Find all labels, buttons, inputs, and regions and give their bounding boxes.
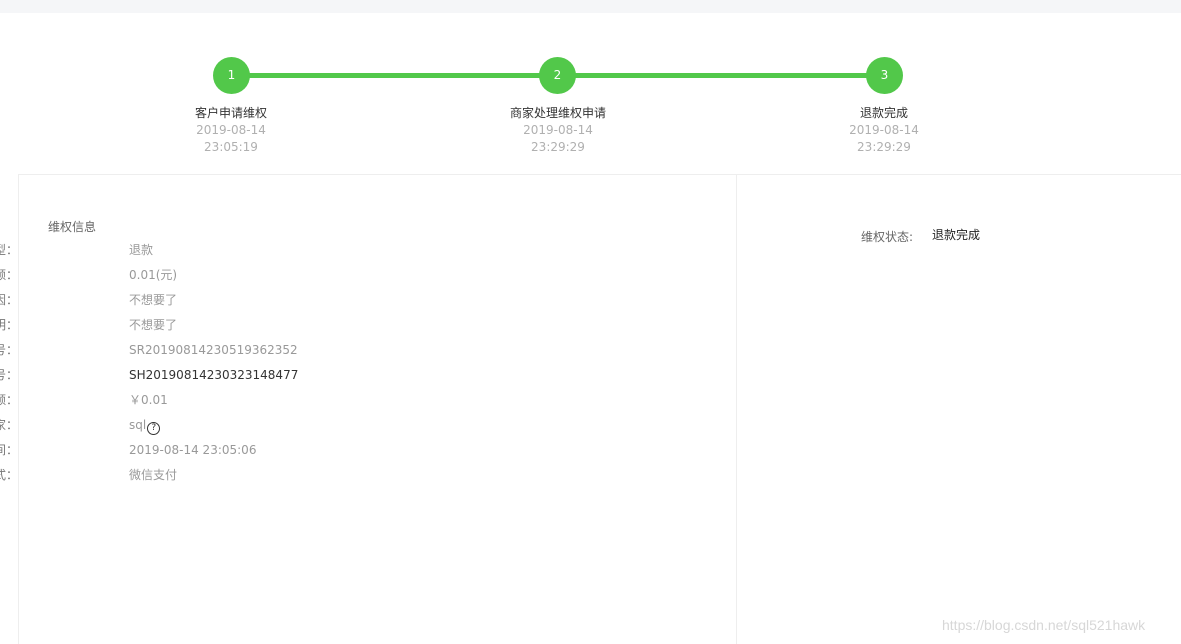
buyer-name: sql bbox=[129, 418, 147, 432]
step-2-circle: 2 bbox=[539, 57, 576, 94]
status-value: 退款完成 bbox=[932, 228, 981, 242]
step-2-date: 2019-08-14 bbox=[523, 123, 593, 137]
info-label: 订单编号： bbox=[0, 368, 18, 382]
info-label: 买家： bbox=[0, 418, 18, 432]
detail-panel bbox=[18, 174, 1181, 644]
info-value: 微信支付 bbox=[129, 468, 178, 482]
info-heading: 维权信息 bbox=[48, 220, 97, 234]
top-bar bbox=[0, 0, 1181, 13]
progress-steps: 1 2 3 客户申请维权 2019-08-14 23:05:19 商家处理维权申… bbox=[0, 13, 1181, 175]
info-value: SR20190814230519362352 bbox=[129, 343, 298, 357]
step-3-circle: 3 bbox=[866, 57, 903, 94]
step-1-title: 客户申请维权 bbox=[194, 106, 267, 120]
panel-divider bbox=[736, 175, 737, 644]
info-label: 付款方式： bbox=[0, 468, 18, 482]
info-value: 不想要了 bbox=[129, 293, 178, 307]
step-3-time: 23:29:29 bbox=[857, 140, 911, 154]
step-2-time: 23:29:29 bbox=[531, 140, 585, 154]
step-2-title: 商家处理维权申请 bbox=[509, 106, 606, 120]
step-1-date: 2019-08-14 bbox=[196, 123, 266, 137]
info-label: 维权说明： bbox=[0, 318, 18, 332]
watermark: https://blog.csdn.net/sql521hawk bbox=[942, 617, 1146, 633]
info-label: 维权类型： bbox=[0, 243, 18, 257]
step-3-date: 2019-08-14 bbox=[849, 123, 919, 137]
info-label: 付款时间： bbox=[0, 443, 18, 457]
info-label: 维权原因： bbox=[0, 293, 18, 307]
info-label: 维权编号： bbox=[0, 343, 18, 357]
info-value: 不想要了 bbox=[129, 318, 178, 332]
step-1-circle: 1 bbox=[213, 57, 250, 94]
step-1-text: 客户申请维权 2019-08-14 23:05:19 bbox=[131, 105, 331, 156]
info-value: 0.01(元) bbox=[129, 268, 178, 282]
step-connector-2-3 bbox=[558, 73, 884, 78]
info-label: 退款金额： bbox=[0, 268, 18, 282]
order-number-link[interactable]: SH20190814230323148477 bbox=[129, 366, 298, 384]
status-label: 维权状态: bbox=[861, 230, 914, 244]
info-value: 退款 bbox=[129, 243, 154, 257]
buyer-value: sql? bbox=[129, 416, 161, 435]
help-icon[interactable]: ? bbox=[147, 422, 161, 435]
info-label: 订单金额： bbox=[0, 393, 18, 407]
info-value: 2019-08-14 23:05:06 bbox=[129, 443, 257, 457]
step-3-title: 退款完成 bbox=[859, 106, 908, 120]
step-2-text: 商家处理维权申请 2019-08-14 23:29:29 bbox=[458, 105, 658, 156]
info-value: ￥0.01 bbox=[129, 393, 168, 407]
step-1-time: 23:05:19 bbox=[204, 140, 258, 154]
step-connector-1-2 bbox=[231, 73, 558, 78]
step-3-text: 退款完成 2019-08-14 23:29:29 bbox=[784, 105, 984, 156]
